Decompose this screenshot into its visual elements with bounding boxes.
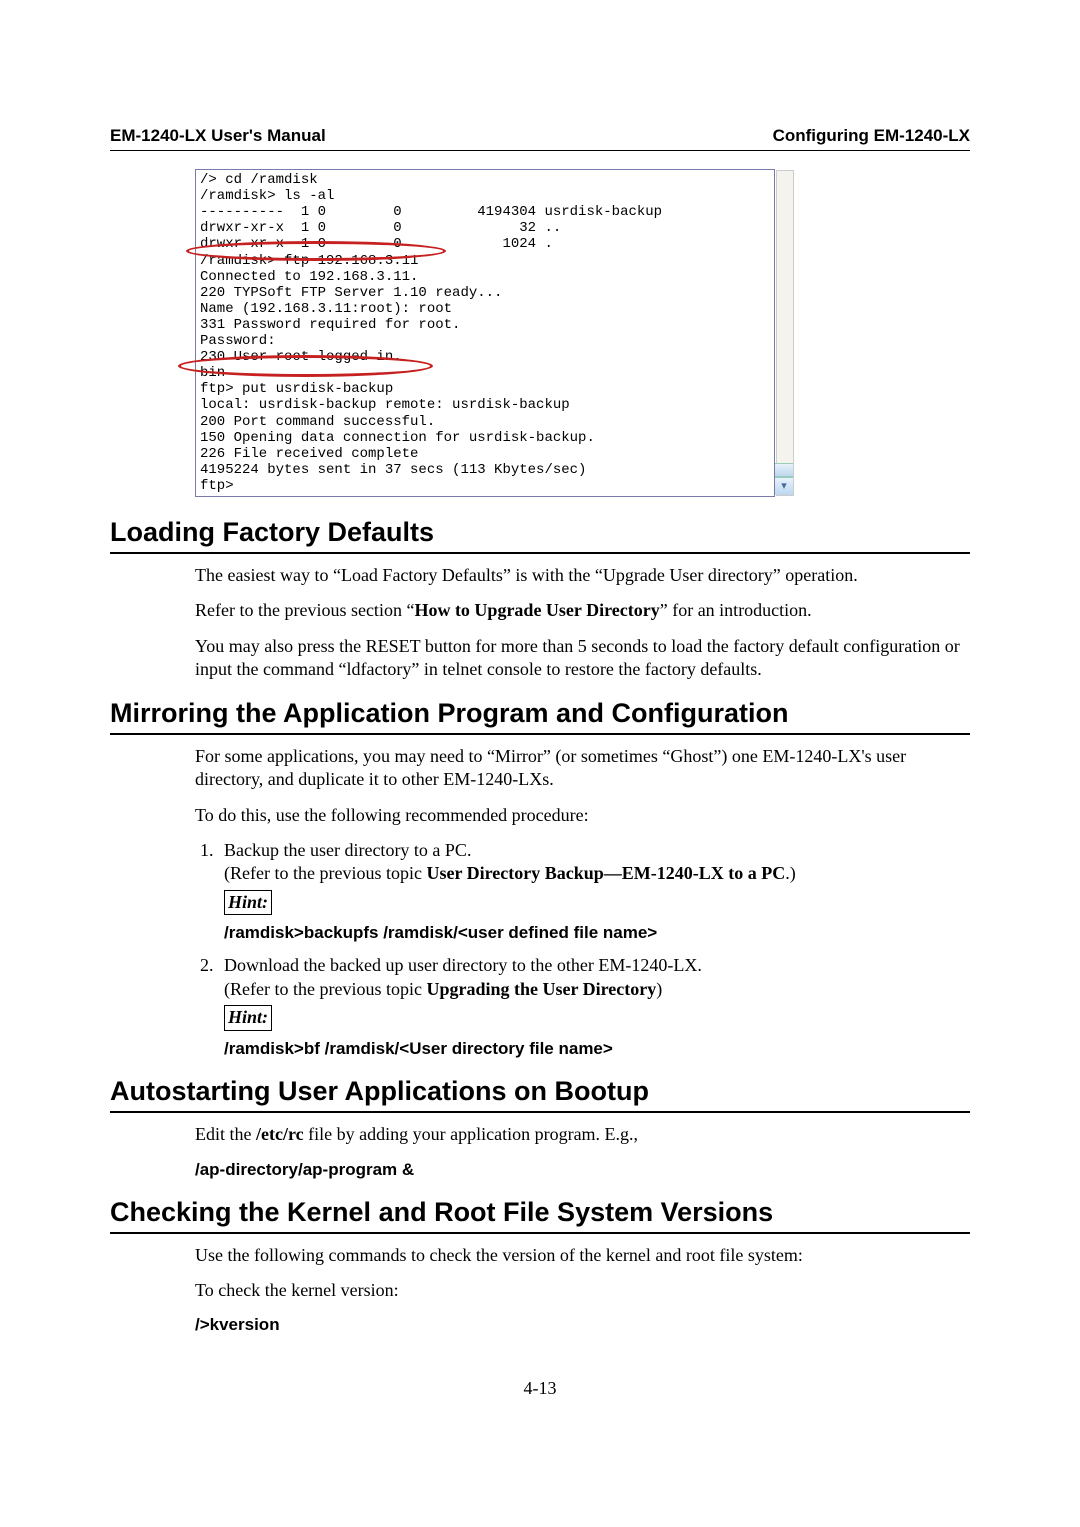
text: (Refer to the previous topic: [224, 863, 426, 883]
checking-cmd: />kversion: [195, 1314, 970, 1336]
text-bold: User Directory Backup—EM-1240-LX to a PC: [426, 863, 785, 883]
mirroring-steps: Backup the user directory to a PC. (Refe…: [218, 839, 970, 1060]
terminal-screenshot: /> cd /ramdisk /ramdisk> ls -al --------…: [195, 169, 775, 497]
hint-label: Hint:: [224, 890, 272, 915]
text: Refer to the previous section “: [195, 600, 414, 620]
loading-p1: The easiest way to “Load Factory Default…: [195, 564, 970, 587]
autostart-cmd: /ap-directory/ap-program &: [195, 1159, 970, 1181]
text: Edit the: [195, 1124, 256, 1144]
page-number: 4-13: [110, 1377, 970, 1400]
autostart-p1: Edit the /etc/rc file by adding your app…: [195, 1123, 970, 1146]
checking-p2: To check the kernel version:: [195, 1279, 970, 1302]
hint2-cmd: /ramdisk>bf /ramdisk/<User directory fil…: [224, 1039, 613, 1058]
heading-checking: Checking the Kernel and Root File System…: [110, 1195, 970, 1234]
header-right: Configuring EM-1240-LX: [773, 125, 970, 147]
mirroring-p1: For some applications, you may need to “…: [195, 745, 970, 792]
checking-p1: Use the following commands to check the …: [195, 1244, 970, 1267]
step-1: Backup the user directory to a PC. (Refe…: [218, 839, 970, 945]
page-header: EM-1240-LX User's Manual Configuring EM-…: [110, 125, 970, 151]
mirroring-p2: To do this, use the following recommende…: [195, 804, 970, 827]
scrollbar-thumb[interactable]: [775, 463, 793, 477]
section-loading-body: The easiest way to “Load Factory Default…: [195, 564, 970, 682]
section-checking-body: Use the following commands to check the …: [195, 1244, 970, 1337]
scrollbar-down-button[interactable]: [775, 477, 793, 495]
scrollbar-track[interactable]: [776, 170, 794, 496]
text: .): [785, 863, 796, 883]
header-left: EM-1240-LX User's Manual: [110, 125, 326, 147]
text-bold: Upgrading the User Directory: [426, 979, 656, 999]
section-autostart-body: Edit the /etc/rc file by adding your app…: [195, 1123, 970, 1180]
loading-p3: You may also press the RESET button for …: [195, 635, 970, 682]
hint-label: Hint:: [224, 1005, 272, 1030]
heading-loading-factory-defaults: Loading Factory Defaults: [110, 515, 970, 554]
section-mirroring-body: For some applications, you may need to “…: [195, 745, 970, 1060]
text: ” for an introduction.: [660, 600, 812, 620]
loading-p2: Refer to the previous section “How to Up…: [195, 599, 970, 622]
text: (Refer to the previous topic: [224, 979, 426, 999]
text: file by adding your application program.…: [304, 1124, 638, 1144]
heading-mirroring: Mirroring the Application Program and Co…: [110, 696, 970, 735]
text: ): [656, 979, 662, 999]
step-2: Download the backed up user directory to…: [218, 954, 970, 1060]
heading-autostart: Autostarting User Applications on Bootup: [110, 1074, 970, 1113]
text: Backup the user directory to a PC.: [224, 840, 471, 860]
hint1-cmd: /ramdisk>backupfs /ramdisk/<user defined…: [224, 923, 657, 942]
text-bold: How to Upgrade User Directory: [414, 600, 659, 620]
text: Download the backed up user directory to…: [224, 955, 702, 975]
text-bold: /etc/rc: [256, 1124, 304, 1144]
terminal-text: /> cd /ramdisk /ramdisk> ls -al --------…: [196, 170, 774, 496]
